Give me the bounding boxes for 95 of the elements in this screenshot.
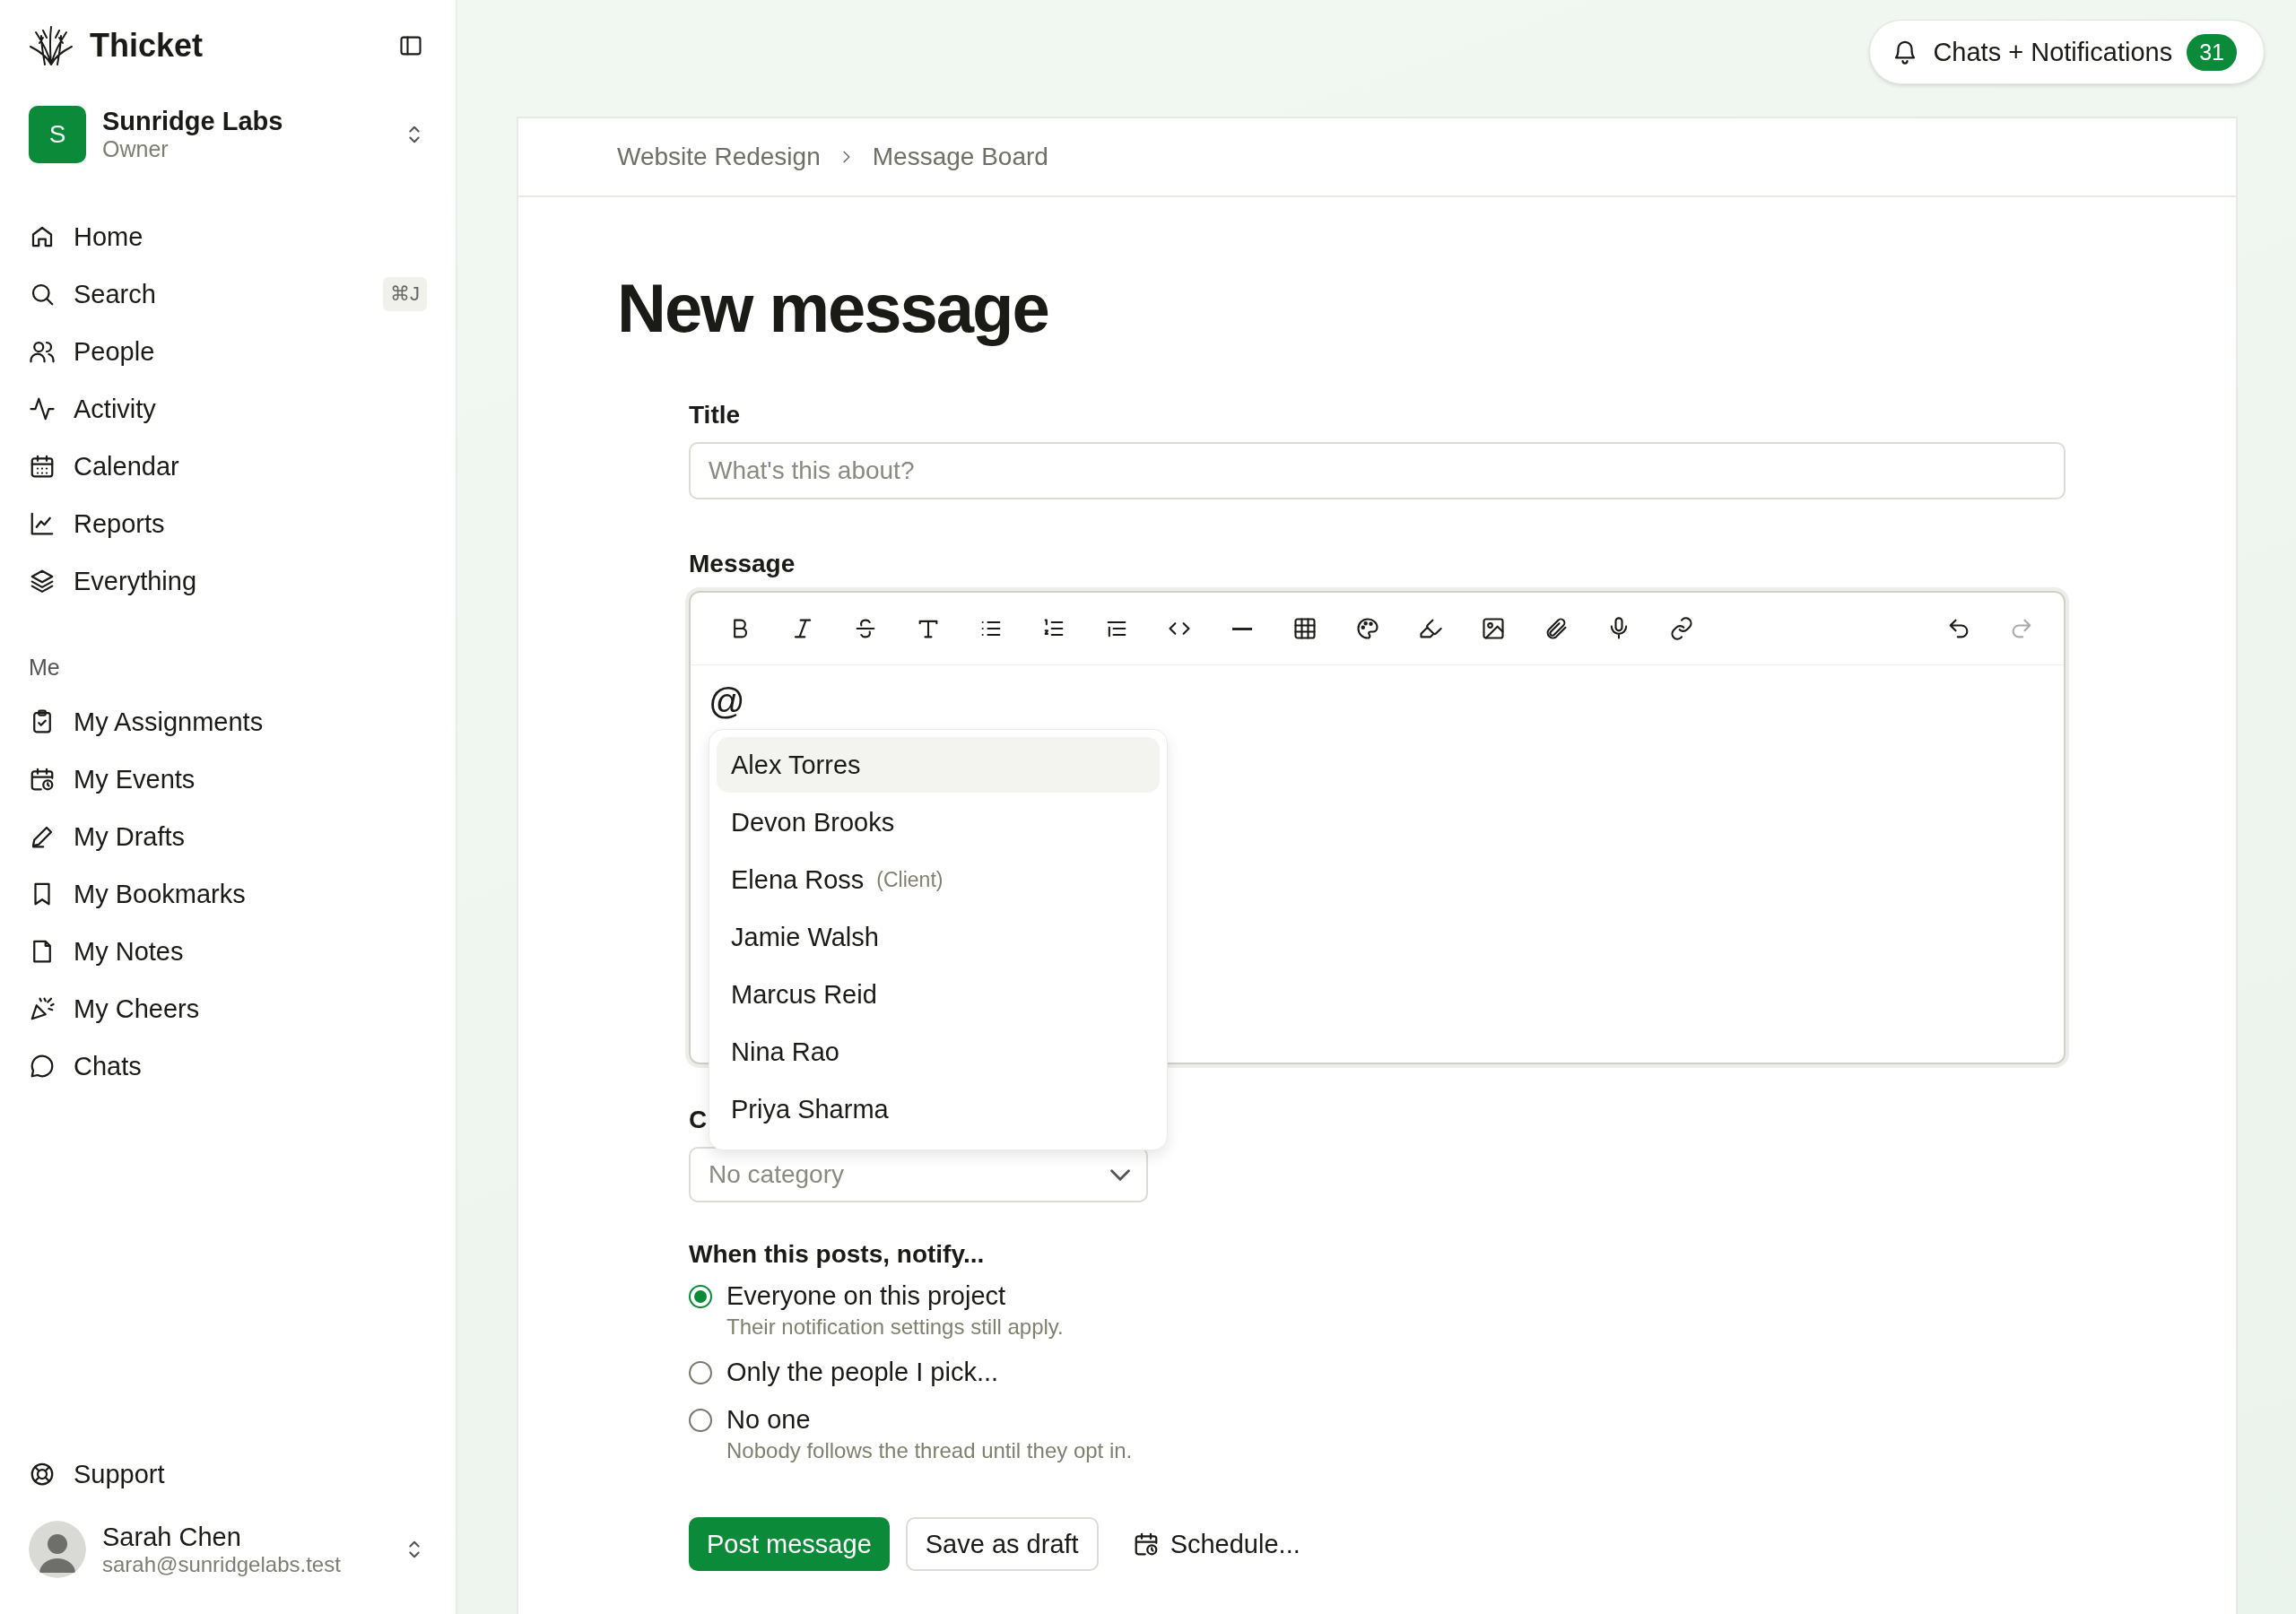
user-name: Sarah Chen: [102, 1522, 242, 1552]
person-name: Elena Ross: [731, 864, 865, 895]
person-name: Devon Brooks: [731, 807, 895, 837]
nav-item[interactable]: Home: [29, 208, 427, 265]
nav-label: My Notes: [74, 936, 185, 967]
nav-item[interactable]: Search ⌘J: [29, 265, 427, 323]
nav-item[interactable]: Everything: [29, 552, 427, 610]
image-icon: [1481, 616, 1506, 641]
chevron-down-icon: [1110, 1168, 1130, 1181]
link-icon: [1669, 616, 1694, 641]
breadcrumb-link[interactable]: Message Board: [872, 143, 1048, 171]
app-name: Thicket: [90, 27, 204, 65]
horizontal-rule-icon: [1232, 627, 1252, 630]
person-name: Nina Rao: [731, 1037, 839, 1067]
nav-label: My Drafts: [74, 821, 187, 852]
mention-option[interactable]: Priya Sharma: [717, 1081, 1160, 1137]
user-email: sarah@sunridgelabs.test: [102, 1551, 342, 1577]
title-field[interactable]: What's this about?: [689, 442, 2066, 499]
notifications-label: Chats + Notifications: [1933, 37, 2173, 67]
editor-text: @: [709, 681, 746, 722]
field-label: C: [689, 1106, 708, 1134]
nav-label: Everything: [74, 566, 197, 596]
mention-option[interactable]: Nina Rao: [717, 1024, 1160, 1080]
field-label: Title: [689, 401, 741, 430]
schedule-button[interactable]: Schedule...: [1114, 1517, 1318, 1571]
party-popper-icon: [29, 995, 56, 1022]
support-link[interactable]: Support: [29, 1445, 427, 1503]
activity-icon: [29, 395, 56, 422]
nav-item[interactable]: Calendar: [29, 438, 427, 495]
workspace-switcher[interactable]: S Sunridge Labs Owner: [29, 106, 427, 163]
calendar-clock-icon: [29, 766, 56, 793]
nav-label: My Assignments: [74, 707, 265, 737]
mention-option[interactable]: Jamie Walsh: [717, 909, 1160, 965]
nav-label: Activity: [74, 394, 157, 424]
breadcrumb-link[interactable]: Website Redesign: [617, 143, 821, 171]
mention-option[interactable]: Alex Torres: [717, 737, 1160, 793]
grass-icon: [29, 23, 74, 68]
page-title: New message: [617, 269, 1049, 347]
account-switcher[interactable]: Sarah Chen sarah@sunridgelabs.test: [29, 1521, 427, 1578]
section-heading: Me: [29, 655, 61, 681]
notifications-button[interactable]: Chats + Notifications 31: [1869, 20, 2265, 84]
nav-label: Search: [74, 279, 157, 309]
select-placeholder: No category: [709, 1160, 844, 1189]
nav-item[interactable]: People: [29, 323, 427, 380]
shortcut-badge: ⌘J: [383, 277, 427, 311]
nav-label: Support: [74, 1459, 166, 1489]
mention-option[interactable]: Marcus Reid: [717, 967, 1160, 1022]
radio-button[interactable]: [689, 1409, 712, 1432]
nav-item[interactable]: My Drafts: [29, 808, 427, 865]
person-name: Jamie Walsh: [731, 922, 879, 952]
mention-option[interactable]: Devon Brooks: [717, 794, 1160, 850]
post-button[interactable]: Post message: [689, 1517, 890, 1571]
nav-item[interactable]: My Events: [29, 751, 427, 808]
nav-item[interactable]: My Cheers: [29, 980, 427, 1037]
nav-label: Chats: [74, 1051, 143, 1081]
palette-icon: [1355, 616, 1380, 641]
role-note: (Client): [876, 867, 944, 892]
nav-item[interactable]: My Assignments: [29, 693, 427, 751]
nav-item[interactable]: Chats: [29, 1037, 427, 1095]
option-label: Only the people I pick...: [726, 1358, 999, 1387]
nav-item[interactable]: Reports: [29, 495, 427, 552]
section-heading: When this posts, notify...: [689, 1240, 986, 1269]
nav-item[interactable]: My Bookmarks: [29, 865, 427, 923]
save-draft-button[interactable]: Save as draft: [905, 1517, 1099, 1571]
nav-label: People: [74, 336, 156, 367]
layers-icon: [29, 568, 56, 594]
avatar: [29, 1521, 86, 1578]
nav-label: Calendar: [74, 451, 180, 482]
option-label: Everyone on this project: [726, 1281, 1007, 1311]
table-icon: [1292, 616, 1318, 641]
workspace-role: Owner: [102, 136, 170, 162]
option-label: No one: [726, 1405, 812, 1435]
field-label: Message: [689, 550, 796, 578]
person-name: Priya Sharma: [731, 1094, 889, 1124]
person-name: Alex Torres: [731, 750, 861, 780]
nav-label: My Bookmarks: [74, 879, 247, 909]
mention-option[interactable]: Elena Ross (Client): [717, 852, 1160, 907]
calendar-icon: [29, 453, 56, 480]
nav-label: My Cheers: [74, 994, 201, 1024]
nav-label: My Events: [74, 764, 196, 794]
lifebuoy-icon: [29, 1461, 56, 1488]
nav-item[interactable]: Activity: [29, 380, 427, 438]
radio-button[interactable]: [689, 1285, 712, 1308]
nav-item[interactable]: My Notes: [29, 923, 427, 980]
workspace-avatar: S: [29, 106, 86, 163]
workspace-name: Sunridge Labs: [102, 107, 284, 136]
chat-bubble-icon: [29, 1053, 56, 1080]
nav-label: Reports: [74, 508, 166, 539]
chart-icon: [29, 510, 56, 537]
option-hint: Their notification settings still apply.: [726, 1315, 1064, 1340]
option-hint: Nobody follows the thread until they opt in.: [726, 1438, 1133, 1463]
nav-label: Home: [74, 221, 144, 252]
person-name: Marcus Reid: [731, 979, 877, 1010]
count-badge: 31: [2187, 33, 2237, 71]
radio-button[interactable]: [689, 1361, 712, 1384]
